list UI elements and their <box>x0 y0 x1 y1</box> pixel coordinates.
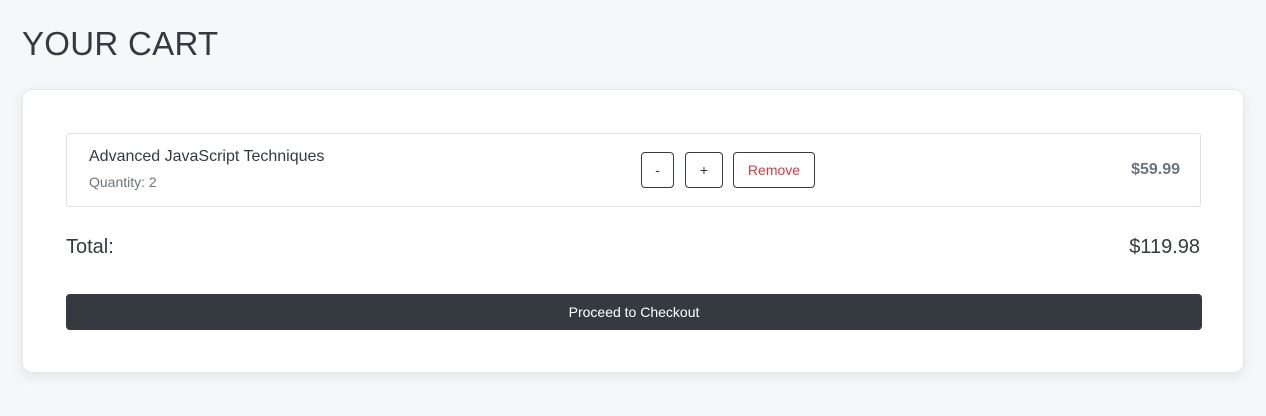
item-quantity: Quantity: 2 <box>89 174 157 190</box>
checkout-button[interactable]: Proceed to Checkout <box>66 294 1202 330</box>
decrease-quantity-button[interactable]: - <box>641 152 674 188</box>
item-price: $59.99 <box>1131 161 1180 178</box>
increase-quantity-button[interactable]: + <box>685 152 723 188</box>
total-label: Total: <box>66 236 114 258</box>
total-value: $119.98 <box>1129 236 1200 258</box>
remove-item-button[interactable]: Remove <box>733 152 815 188</box>
item-name: Advanced JavaScript Techniques <box>89 148 325 165</box>
page-title: YOUR CART <box>22 25 219 62</box>
cart-item: Advanced JavaScript Techniques Quantity:… <box>66 133 1201 207</box>
cart-card: Advanced JavaScript Techniques Quantity:… <box>22 89 1244 373</box>
